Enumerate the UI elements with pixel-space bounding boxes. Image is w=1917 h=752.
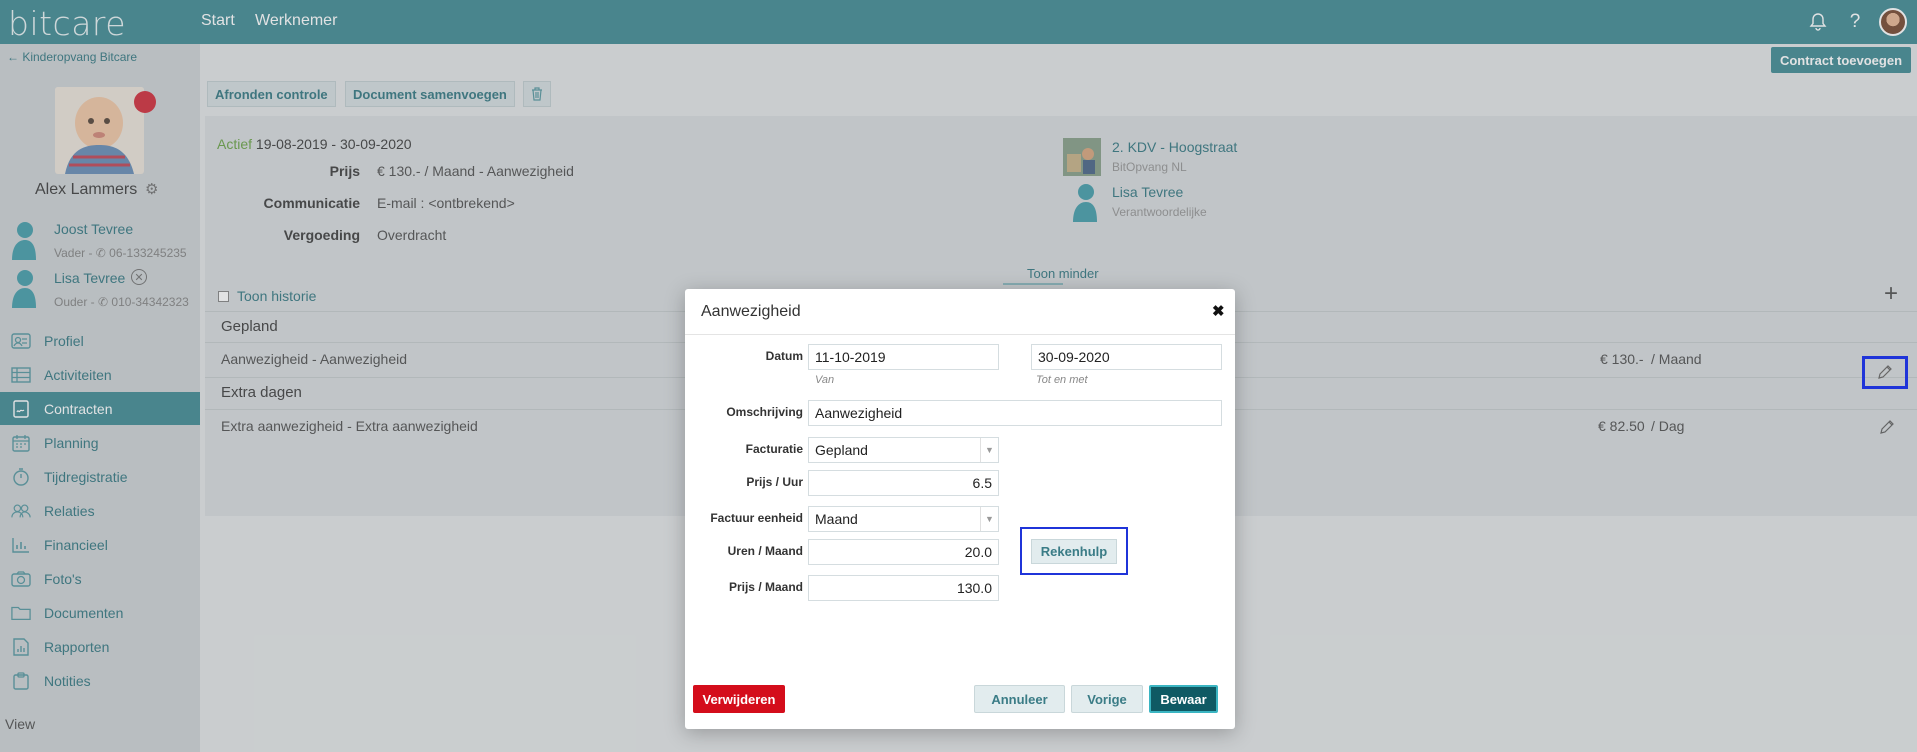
rekenhulp-button[interactable]: Rekenhulp [1031,539,1117,564]
prijs-uur-input[interactable]: 6.5 [808,470,999,496]
close-icon[interactable]: ✖ [1212,302,1225,320]
vorige-button[interactable]: Vorige [1071,685,1143,713]
chevron-down-icon: ▼ [980,507,998,531]
pencil-icon[interactable] [1877,364,1893,384]
factuur-eenheid-select[interactable]: Maand ▼ [808,506,999,532]
bewaar-button[interactable]: Bewaar [1149,685,1218,713]
tot-hint: Tot en met [1036,374,1088,386]
datum-label: Datum [765,349,803,363]
facturatie-value: Gepland [815,442,868,458]
prijs-maand-input[interactable]: 130.0 [808,575,999,601]
facturatie-select[interactable]: Gepland ▼ [808,437,999,463]
facturatie-label: Facturatie [745,442,803,456]
uren-maand-label: Uren / Maand [727,544,803,558]
chevron-down-icon: ▼ [980,438,998,462]
annuleer-button[interactable]: Annuleer [974,685,1065,713]
datum-tot-input[interactable]: 30-09-2020 [1031,344,1222,370]
datum-van-input[interactable]: 11-10-2019 [808,344,999,370]
van-hint: Van [815,374,835,386]
verwijderen-button[interactable]: Verwijderen [693,685,785,713]
factuur-eenheid-label: Factuur eenheid [710,511,803,525]
uren-maand-input[interactable]: 20.0 [808,539,999,565]
omschrijving-input[interactable]: Aanwezigheid [808,400,1222,426]
prijs-uur-label: Prijs / Uur [746,475,803,489]
modal-divider [685,334,1235,335]
modal-title: Aanwezigheid [701,303,801,320]
aanwezigheid-modal: Aanwezigheid ✖ Datum 11-10-2019 30-09-20… [685,289,1235,729]
omschrijving-label: Omschrijving [726,405,803,419]
factuur-eenheid-value: Maand [815,511,858,527]
prijs-maand-label: Prijs / Maand [728,580,803,594]
